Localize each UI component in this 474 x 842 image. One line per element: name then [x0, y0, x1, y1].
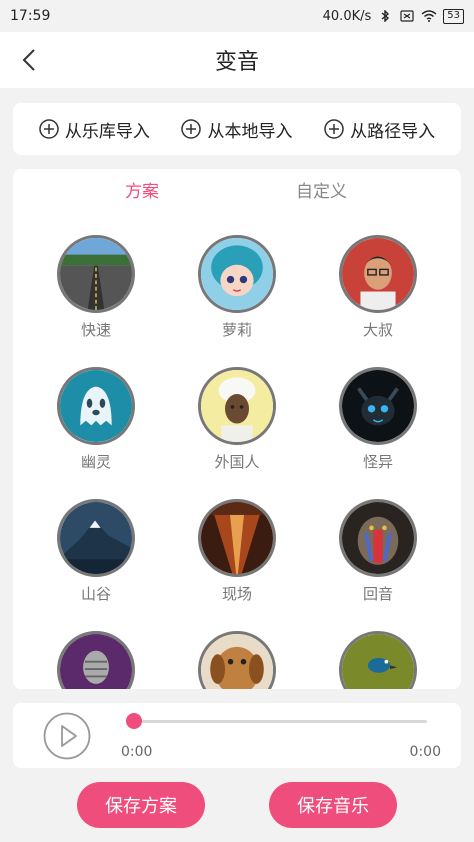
import-from-library-button[interactable]: 从乐库导入 [39, 117, 150, 142]
status-time: 17:59 [10, 8, 51, 24]
effect-ghost[interactable]: 幽灵 [36, 367, 156, 472]
mandrill-image [339, 499, 417, 577]
turban-man-image [198, 367, 276, 445]
back-arrow-icon[interactable] [18, 48, 42, 72]
tab-scheme[interactable]: 方案 [125, 177, 159, 202]
dog-image [198, 631, 276, 689]
effect-label: 怪异 [362, 453, 393, 471]
battery-icon: 53 [443, 8, 464, 24]
effect-valley[interactable]: 山谷 [36, 499, 156, 604]
effect-loli[interactable]: 萝莉 [177, 235, 297, 340]
plus-circle-icon [324, 119, 344, 139]
title-bar: 变音 [0, 32, 474, 88]
voice-effects-panel: 方案 自定义 快速 萝莉 大叔 幽灵 外国人 怪异 山谷 现场 回音 [13, 169, 461, 689]
monster-image [339, 367, 417, 445]
plus-circle-icon [181, 119, 202, 139]
progress-track[interactable] [134, 720, 427, 723]
effect-label: 大叔 [362, 321, 393, 339]
network-speed: 40.0K/s [322, 8, 372, 24]
effect-foreigner[interactable]: 外国人 [177, 367, 297, 472]
effect-label: 快速 [80, 321, 111, 339]
peacock-image [339, 631, 417, 689]
page-title: 变音 [214, 50, 259, 75]
effect-microphone[interactable] [36, 631, 156, 689]
audio-player: 0:00 0:00 [13, 703, 461, 768]
import-options: 从乐库导入 从本地导入 从路径导入 [13, 103, 461, 155]
anime-girl-image [198, 235, 276, 313]
ghost-image [57, 367, 135, 445]
current-time: 0:00 [121, 744, 153, 760]
effect-label: 幽灵 [80, 453, 111, 471]
wifi-icon [421, 10, 437, 22]
effect-live[interactable]: 现场 [177, 499, 297, 604]
effect-echo[interactable]: 回音 [318, 499, 438, 604]
save-scheme-button[interactable]: 保存方案 [77, 782, 205, 828]
total-time: 0:00 [409, 744, 441, 760]
cartoon-man-image [339, 235, 417, 313]
import-from-local-button[interactable]: 从本地导入 [181, 117, 292, 142]
progress-thumb[interactable] [126, 713, 142, 729]
effect-bird[interactable] [318, 631, 438, 689]
save-music-button[interactable]: 保存音乐 [269, 782, 397, 828]
bluetooth-icon [381, 10, 390, 22]
road-image [57, 235, 135, 313]
status-bar: 17:59 40.0K/s 53 [0, 0, 474, 32]
effect-label: 外国人 [214, 453, 260, 471]
effect-label: 山谷 [80, 585, 111, 603]
import-label: 从路径导入 [350, 121, 436, 142]
effect-uncle[interactable]: 大叔 [318, 235, 438, 340]
status-icons: 40.0K/s 53 [322, 8, 464, 24]
concert-hall-image [198, 499, 276, 577]
sim-off-icon [400, 10, 414, 22]
plus-circle-icon [39, 119, 59, 139]
import-label: 从本地导入 [207, 121, 293, 142]
mountain-image [57, 499, 135, 577]
play-icon[interactable] [43, 712, 91, 760]
import-label: 从乐库导入 [64, 121, 150, 142]
tab-bar: 方案 自定义 [13, 169, 461, 209]
effect-fast[interactable]: 快速 [36, 235, 156, 340]
effect-label: 回音 [362, 585, 393, 603]
effect-weird[interactable]: 怪异 [318, 367, 438, 472]
import-from-path-button[interactable]: 从路径导入 [324, 117, 435, 142]
microphone-image [57, 631, 135, 689]
effect-label: 萝莉 [221, 321, 252, 339]
tab-custom[interactable]: 自定义 [296, 177, 347, 202]
effect-dog[interactable] [177, 631, 297, 689]
effect-label: 现场 [221, 585, 252, 603]
